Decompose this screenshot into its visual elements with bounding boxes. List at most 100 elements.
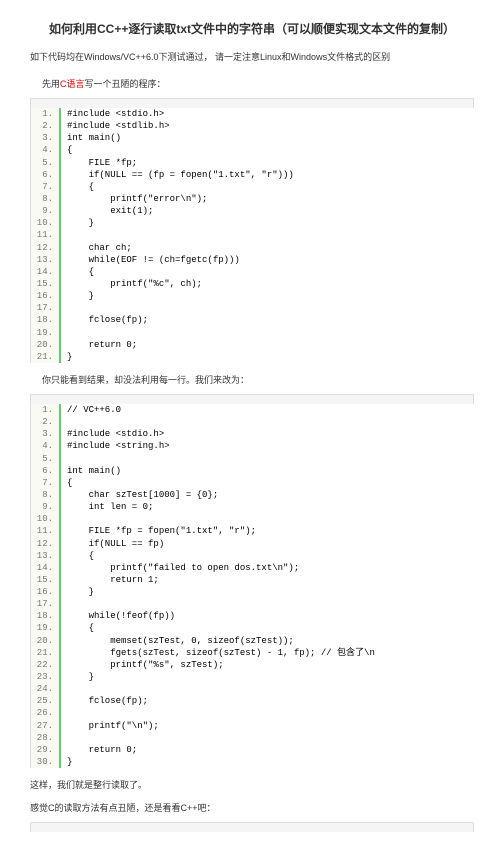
code-line: 9. int len = 0; <box>31 501 474 513</box>
line-number: 8. <box>31 193 59 205</box>
code-line: 16. } <box>31 290 474 302</box>
line-number: 24. <box>31 683 59 695</box>
line-code: } <box>59 586 474 598</box>
line-code: #include <stdlib.h> <box>59 120 474 132</box>
code-line: 5. <box>31 453 474 465</box>
line-number: 29. <box>31 744 59 756</box>
line-code: printf("%s", szTest); <box>59 659 474 671</box>
line-number: 2. <box>31 120 59 132</box>
line-number: 18. <box>31 314 59 326</box>
line-number: 11. <box>31 525 59 537</box>
line-number: 28. <box>31 732 59 744</box>
line-code <box>59 416 474 428</box>
line-code: // VC++6.0 <box>59 404 474 416</box>
line-code: { <box>59 622 474 634</box>
line-code <box>59 683 474 695</box>
line-code: } <box>59 756 474 768</box>
line-number: 9. <box>31 205 59 217</box>
line-number: 7. <box>31 181 59 193</box>
line-code: return 0; <box>59 339 474 351</box>
line-code: while(EOF != (ch=fgetc(fp))) <box>59 254 474 266</box>
code-line: 12. if(NULL == fp) <box>31 538 474 550</box>
code-line: 7.{ <box>31 477 474 489</box>
para1-pre: 先用 <box>42 79 60 89</box>
code-line: 17. <box>31 598 474 610</box>
line-number: 4. <box>31 144 59 156</box>
line-number: 16. <box>31 290 59 302</box>
line-number: 17. <box>31 598 59 610</box>
line-code <box>59 732 474 744</box>
code-line: 17. <box>31 302 474 314</box>
line-number: 20. <box>31 635 59 647</box>
line-number: 2. <box>31 416 59 428</box>
line-code: { <box>59 550 474 562</box>
code-body-1: 1.#include <stdio.h>2.#include <stdlib.h… <box>30 108 474 363</box>
code-line: 11. <box>31 229 474 241</box>
line-code: } <box>59 671 474 683</box>
line-number: 9. <box>31 501 59 513</box>
code-line: 11. FILE *fp = fopen("1.txt", "r"); <box>31 525 474 537</box>
code-block-3 <box>30 822 474 832</box>
code-line: 3.int main() <box>31 132 474 144</box>
line-code: return 0; <box>59 744 474 756</box>
line-number: 1. <box>31 404 59 416</box>
code-line: 27. printf("\n"); <box>31 720 474 732</box>
subtitle-text: 如下代码均在Windows/VC++6.0下测试通过， 请一定注意Linux和W… <box>30 50 474 63</box>
line-code: int main() <box>59 465 474 477</box>
line-code: printf("%c", ch); <box>59 278 474 290</box>
para1-red-text: C语言 <box>60 79 85 89</box>
line-number: 26. <box>31 707 59 719</box>
line-code: char ch; <box>59 242 474 254</box>
code-line: 22. printf("%s", szTest); <box>31 659 474 671</box>
line-code <box>59 707 474 719</box>
code-line: 5. FILE *fp; <box>31 157 474 169</box>
line-number: 13. <box>31 550 59 562</box>
code-line: 7. { <box>31 181 474 193</box>
line-number: 12. <box>31 538 59 550</box>
page-title: 如何利用CC++逐行读取txt文件中的字符串（可以顺便实现文本文件的复制） <box>30 20 474 38</box>
code-line: 8. char szTest[1000] = {0}; <box>31 489 474 501</box>
line-code: if(NULL == (fp = fopen("1.txt", "r"))) <box>59 169 474 181</box>
line-code: { <box>59 144 474 156</box>
line-number: 21. <box>31 647 59 659</box>
code-line: 13. while(EOF != (ch=fgetc(fp))) <box>31 254 474 266</box>
code-line: 10. } <box>31 217 474 229</box>
line-number: 11. <box>31 229 59 241</box>
line-number: 15. <box>31 278 59 290</box>
line-number: 5. <box>31 453 59 465</box>
line-number: 3. <box>31 428 59 440</box>
line-number: 20. <box>31 339 59 351</box>
line-code: { <box>59 477 474 489</box>
line-number: 13. <box>31 254 59 266</box>
line-code: exit(1); <box>59 205 474 217</box>
line-code: if(NULL == fp) <box>59 538 474 550</box>
line-code: FILE *fp = fopen("1.txt", "r"); <box>59 525 474 537</box>
line-code <box>59 513 474 525</box>
code-line: 12. char ch; <box>31 242 474 254</box>
code-line: 30.} <box>31 756 474 768</box>
line-number: 10. <box>31 513 59 525</box>
code-line: 18. while(!feof(fp)) <box>31 610 474 622</box>
code-line: 10. <box>31 513 474 525</box>
line-code: memset(szTest, 0, sizeof(szTest)); <box>59 635 474 647</box>
line-code: #include <stdio.h> <box>59 428 474 440</box>
line-code: printf("failed to open dos.txt\n"); <box>59 562 474 574</box>
code-header-1 <box>30 98 474 108</box>
line-number: 1. <box>31 108 59 120</box>
line-code: fclose(fp); <box>59 695 474 707</box>
line-number: 7. <box>31 477 59 489</box>
line-code: FILE *fp; <box>59 157 474 169</box>
line-number: 15. <box>31 574 59 586</box>
paragraph-2: 你只能看到结果，却没法利用每一行。我们来改为： <box>42 373 474 386</box>
line-number: 8. <box>31 489 59 501</box>
line-number: 19. <box>31 622 59 634</box>
code-line: 24. <box>31 683 474 695</box>
line-code: printf("error\n"); <box>59 193 474 205</box>
line-code: int main() <box>59 132 474 144</box>
line-number: 12. <box>31 242 59 254</box>
line-code: while(!feof(fp)) <box>59 610 474 622</box>
line-number: 19. <box>31 327 59 339</box>
line-code: char szTest[1000] = {0}; <box>59 489 474 501</box>
line-number: 27. <box>31 720 59 732</box>
line-code <box>59 598 474 610</box>
